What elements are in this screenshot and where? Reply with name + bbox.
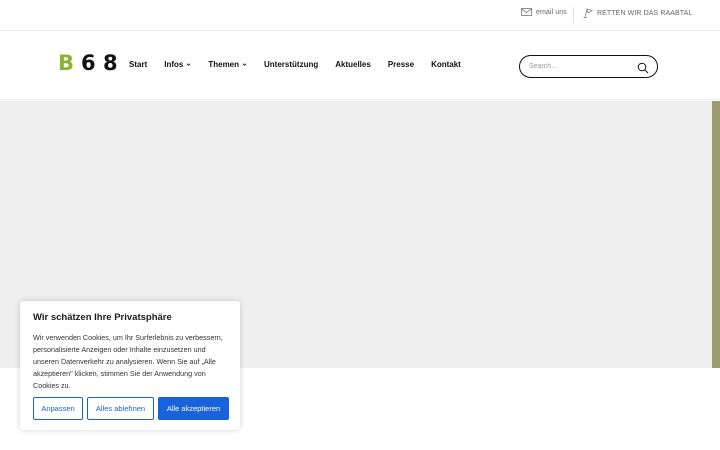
accept-all-button[interactable]: Alle akzeptieren: [158, 397, 229, 420]
cookie-consent-banner: Wir schätzen Ihre Privatsphäre Wir verwe…: [20, 301, 240, 430]
search-icon[interactable]: [637, 61, 649, 74]
scrollbar-track[interactable]: [712, 368, 720, 450]
nav-item-unterstuetzung[interactable]: Unterstützung: [264, 60, 318, 69]
reject-all-button[interactable]: Alles ablehnen: [87, 397, 154, 420]
nav-label: Infos: [164, 60, 184, 69]
main-nav: Start Infos Themen Unterstützung Aktuell…: [129, 60, 478, 69]
nav-label: Unterstützung: [264, 60, 319, 69]
rescue-link[interactable]: RETTEN WIR DAS RAABTAL: [583, 8, 692, 18]
chevron-down-icon: [186, 63, 191, 66]
email-link[interactable]: email uns: [521, 8, 567, 16]
nav-item-aktuelles[interactable]: Aktuelles: [335, 60, 371, 69]
logo-digits: 6 8: [81, 51, 118, 75]
nav-label: Themen: [208, 60, 240, 69]
email-label: email uns: [536, 8, 567, 16]
top-bar: email uns RETTEN WIR DAS RAABTAL: [0, 0, 720, 31]
rescue-label: RETTEN WIR DAS RAABTAL: [597, 9, 693, 17]
chevron-down-icon: [242, 63, 247, 66]
nav-item-presse[interactable]: Presse: [388, 60, 414, 69]
scrollbar-thumb[interactable]: [712, 101, 720, 368]
cookie-description: Wir verwenden Cookies, um Ihr Surferlebn…: [33, 333, 223, 390]
nav-item-kontakt[interactable]: Kontakt: [431, 60, 461, 69]
logo-letter: B: [58, 51, 75, 75]
topbar-divider: [573, 7, 574, 23]
flag-icon: [583, 8, 593, 18]
cookie-button-group: Anpassen Alles ablehnen Alle akzeptieren: [33, 397, 229, 420]
nav-item-infos[interactable]: Infos: [164, 60, 191, 69]
nav-label: Presse: [387, 60, 415, 69]
search-input[interactable]: [529, 63, 629, 70]
envelope-icon: [521, 8, 532, 16]
site-header: B 6 8 Start Infos Themen Unterstützung A…: [0, 31, 720, 100]
nav-label: Start: [129, 60, 148, 69]
nav-item-start[interactable]: Start: [129, 60, 147, 69]
nav-item-themen[interactable]: Themen: [208, 60, 247, 69]
nav-label: Kontakt: [431, 60, 461, 69]
search-box: [519, 55, 658, 78]
cookie-title: Wir schätzen Ihre Privatsphäre: [33, 312, 172, 323]
customize-button[interactable]: Anpassen: [33, 397, 83, 420]
nav-label: Aktuelles: [335, 60, 371, 69]
site-logo[interactable]: B 6 8: [58, 51, 118, 75]
